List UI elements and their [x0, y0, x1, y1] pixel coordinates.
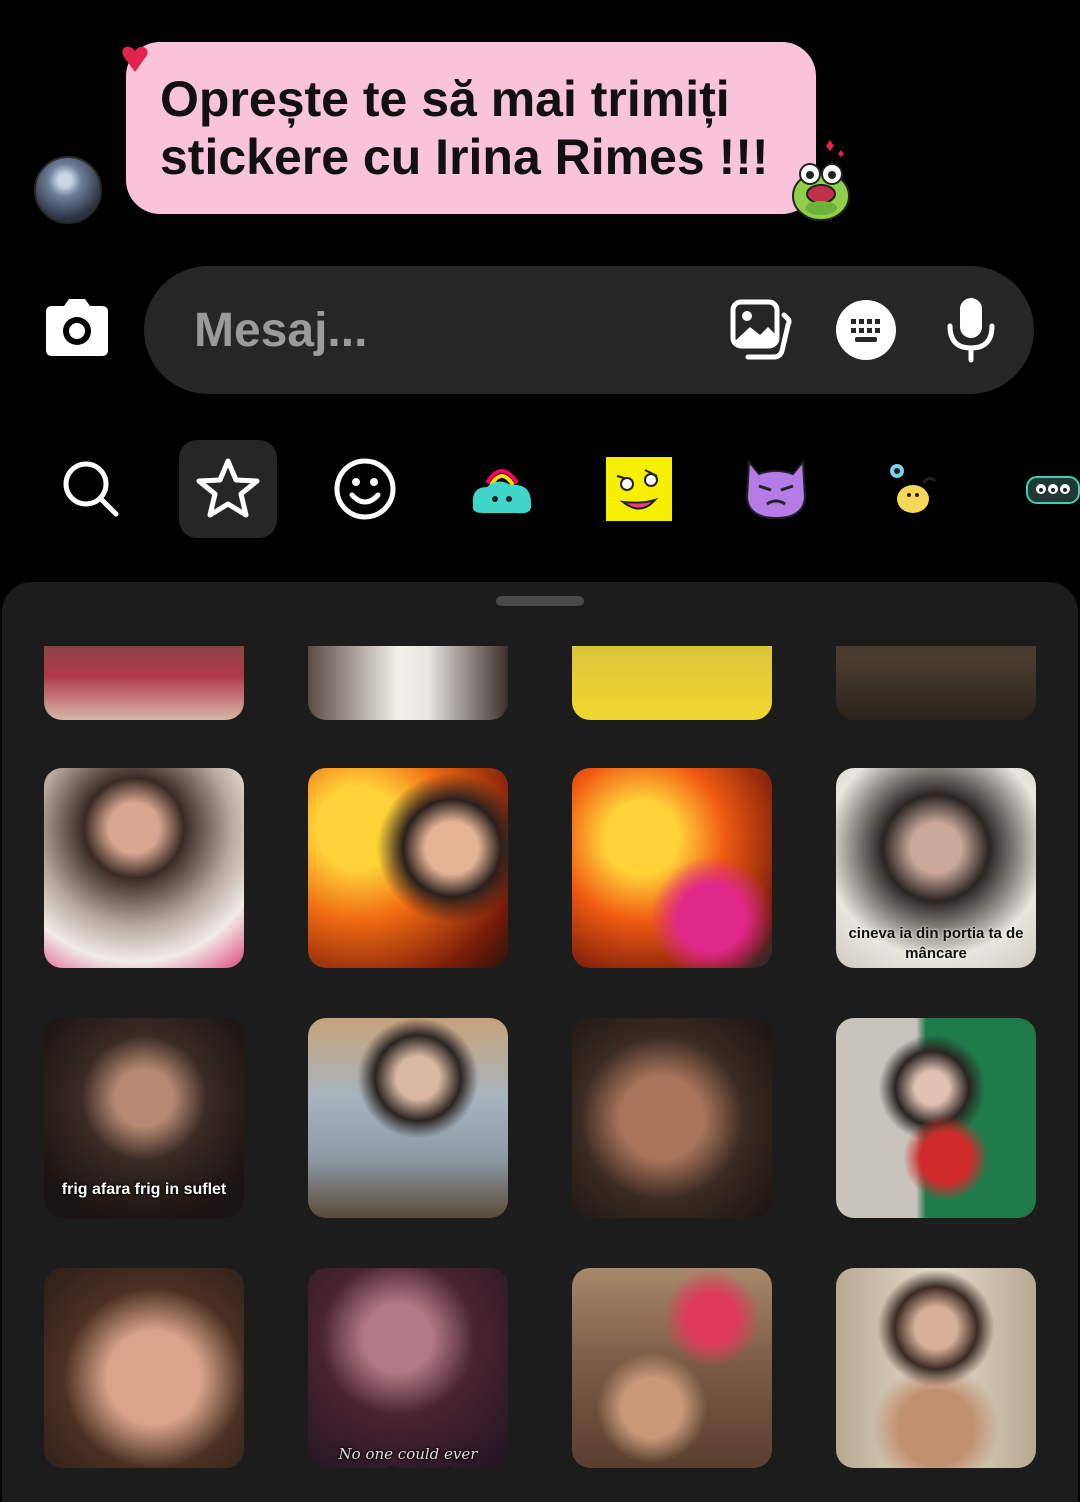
camera-icon [46, 299, 108, 356]
star-icon [196, 458, 260, 518]
message-text-line-2: stickere cu Irina Rimes !!! [160, 129, 769, 185]
sticker-caption: frig afara frig in suflet [61, 1181, 227, 1198]
sticker-item[interactable] [572, 1018, 772, 1218]
tab-pack-1[interactable] [453, 440, 551, 538]
duck-icon [890, 464, 937, 513]
sticker-item[interactable]: cineva ia din portia ta de mâncare [836, 768, 1036, 968]
purple-cat-icon [745, 459, 807, 520]
keyboard-icon [851, 319, 880, 342]
sticker-item[interactable] [44, 1268, 244, 1468]
message-text-line-1: Oprește te să mai trimiți [160, 71, 730, 127]
sticker-item[interactable] [836, 646, 1036, 720]
sticker-keyboard-button[interactable] [836, 300, 896, 360]
sticker-item[interactable] [836, 1268, 1036, 1468]
sticker-item[interactable] [44, 768, 244, 968]
sticker-item[interactable] [308, 768, 508, 968]
sticker-item[interactable] [572, 768, 772, 968]
tab-pack-5[interactable] [1004, 440, 1080, 538]
sender-avatar[interactable] [34, 156, 102, 224]
sticker-item[interactable] [572, 1268, 772, 1468]
search-icon [63, 461, 119, 517]
panel-drag-handle[interactable] [496, 596, 584, 606]
message-bubble[interactable]: Oprește te să mai trimiți stickere cu Ir… [126, 42, 816, 214]
camera-button[interactable] [44, 298, 110, 358]
message-input[interactable] [192, 296, 696, 364]
sticker-item[interactable] [44, 646, 244, 720]
heart-icon [122, 46, 148, 72]
rainbow-blob-icon [472, 469, 532, 514]
sticker-item[interactable]: No one could ever understand [308, 1268, 508, 1468]
sticker-item[interactable]: frig afara frig in suflet [44, 1018, 244, 1218]
tab-pack-2[interactable] [590, 440, 688, 538]
tab-pack-4[interactable] [864, 440, 962, 538]
smiley-icon [334, 458, 396, 520]
dark-creature-icon [1026, 476, 1080, 504]
tab-favorites[interactable] [179, 440, 277, 538]
microphone-icon[interactable] [944, 296, 998, 364]
tab-emoji[interactable] [316, 440, 414, 538]
tab-pack-3[interactable] [727, 440, 825, 538]
sticker-item[interactable] [308, 1018, 508, 1218]
sticker-caption: No one could ever understand [338, 1445, 478, 1468]
sticker-caption: cineva ia din portia ta de mâncare [848, 925, 1024, 962]
yellow-face-icon [606, 457, 672, 521]
sticker-item[interactable] [308, 646, 508, 720]
frog-sticker-icon [792, 140, 850, 221]
message-input-bar [144, 266, 1034, 394]
sticker-grid: cineva ia din portia ta de mâncare frig … [0, 646, 1080, 1482]
sticker-item[interactable] [572, 646, 772, 720]
sticker-item[interactable] [836, 1018, 1036, 1218]
tab-search[interactable] [42, 440, 140, 538]
gallery-icon[interactable] [730, 299, 792, 361]
